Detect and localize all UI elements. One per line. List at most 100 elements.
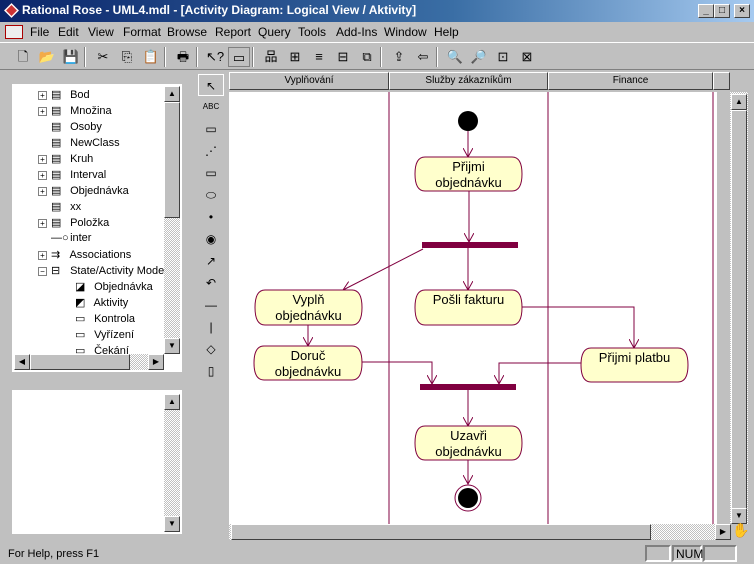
expand-icon[interactable]: + [38,155,47,164]
activity-posli[interactable]: Pošli fakturu [414,289,523,326]
join-bar[interactable] [420,384,516,390]
transition[interactable] [343,248,424,290]
tree-item[interactable]: + ▤ Kruh [38,152,93,165]
tree-item[interactable]: + ▤ Položka [38,216,109,229]
zoom-in-icon[interactable]: 🔍 [444,47,466,67]
vertical-sync-tool-icon[interactable]: | [198,316,224,338]
minimize-button[interactable]: _ [698,4,714,18]
swimlane-vyplnovani[interactable]: Vyplňování [229,72,389,90]
tree-item[interactable]: ▤ Osoby [38,120,102,133]
zoom-out-icon[interactable]: 🔎 [468,47,490,67]
transition[interactable] [362,361,432,384]
fork-bar[interactable] [422,242,518,248]
state-tool-icon[interactable]: ▭ [198,162,224,184]
scroll-right-button[interactable]: ▶ [715,524,731,540]
open-icon[interactable]: 📂 [36,47,58,67]
tree-item[interactable]: ▭ Vyřízení [62,328,134,341]
expand-icon[interactable]: + [38,171,47,180]
tree-item[interactable]: —○ inter [38,232,91,244]
abc-tool-icon[interactable]: ABC [198,96,224,118]
component-diagram-icon[interactable]: ⊞ [284,47,306,67]
fit-icon[interactable]: ⊡ [492,47,514,67]
view-doc-icon[interactable]: ▭ [228,47,250,67]
expand-icon[interactable]: + [38,187,47,196]
class-diagram-icon[interactable]: 品 [260,47,282,67]
scroll-up-button[interactable]: ▲ [164,86,180,102]
decision-tool-icon[interactable]: ◇ [198,338,224,360]
tree-item[interactable]: ◩ Aktivity [62,296,128,309]
sequence-icon[interactable]: ≡ [308,47,330,67]
collaboration-icon[interactable]: ⊟ [332,47,354,67]
tree-item[interactable]: ▭ Kontrola [62,312,135,325]
swimlane-sluzby[interactable]: Služby zákazníkům [389,72,548,90]
expand-icon[interactable]: + [38,91,47,100]
menu-format[interactable]: Format [123,25,161,39]
h-scroll-thumb[interactable] [231,524,651,540]
scroll-thumb[interactable] [731,110,747,510]
scroll-down-button[interactable]: ▼ [164,338,180,354]
documentation-pane[interactable] [12,390,182,534]
save-icon[interactable]: 💾 [60,47,82,67]
tree-item[interactable]: + ▤ Objednávka [38,184,129,197]
menu-window[interactable]: Window [384,25,427,39]
previous-diagram-icon[interactable]: ⇦ [412,47,434,67]
cut-icon[interactable]: ✂ [92,47,114,67]
scroll-right-button[interactable]: ▶ [148,354,164,370]
activity-tool-icon[interactable]: ⬭ [198,184,224,206]
browse-parent-icon[interactable]: ⇪ [388,47,410,67]
document-icon[interactable] [5,25,23,39]
menu-tools[interactable]: Tools [298,25,326,39]
swimlane-tool-icon[interactable]: ▯ [198,360,224,382]
start-tool-icon[interactable]: • [198,206,224,228]
tree-item[interactable]: + ⇉ Associations [38,248,131,261]
close-button[interactable]: × [734,4,750,18]
new-icon[interactable]: 🗋 [12,47,34,67]
transition-tool-icon[interactable]: ↗ [198,250,224,272]
tree-item[interactable]: + ▤ Bod [38,88,90,101]
expand-icon[interactable]: + [38,251,47,260]
tree-item[interactable]: − ⊟ State/Activity Mode [38,264,164,277]
scroll-thumb[interactable] [164,102,180,218]
tree-item[interactable]: + ▤ Interval [38,168,106,181]
maximize-button[interactable]: □ [714,4,730,18]
tree-item[interactable]: + ▤ Množina [38,104,112,117]
activity-uzavri[interactable]: Uzavřiobjednávku [414,425,523,461]
transition[interactable] [499,362,581,384]
diagram-canvas[interactable]: Přijmi objednávku Vyplň objednávku Pošli fak… [229,92,717,524]
expand-icon[interactable]: + [38,107,47,116]
tree-item[interactable]: ▤ NewClass [38,136,120,149]
undo-fit-icon[interactable]: ⊠ [516,47,538,67]
tree-item[interactable]: ▤ xx [38,200,81,213]
context-help-icon[interactable]: ↖? [204,47,226,67]
scroll-left-button[interactable]: ◀ [14,354,30,370]
horizontal-sync-tool-icon[interactable]: — [198,294,224,316]
menu-help[interactable]: Help [434,25,459,39]
menu-browse[interactable]: Browse [167,25,207,39]
menu-view[interactable]: View [88,25,114,39]
activity-prijmi[interactable]: Přijmiobjednávku [414,156,523,192]
activity-platbu[interactable]: Přijmi platbu [580,347,689,383]
start-state[interactable] [458,111,478,131]
anchor-tool-icon[interactable]: ⋰ [198,140,224,162]
deployment-icon[interactable]: ⧉ [356,47,378,67]
menu-query[interactable]: Query [258,25,291,39]
menu-file[interactable]: File [30,25,49,39]
browser-tree[interactable]: + ▤ Bod + ▤ Množina ▤ Osoby ▤ NewClass + ▤ Kruh… [12,84,182,372]
hand-pan-icon[interactable]: ✋ [732,522,750,540]
copy-icon[interactable]: ⎘ [116,47,138,67]
scroll-up-button[interactable]: ▲ [731,94,747,110]
print-icon[interactable]: 🖶 [172,47,194,67]
activity-doruc[interactable]: Doručobjednávku [253,345,363,381]
menu-add-ins[interactable]: Add-Ins [336,25,377,39]
diagram-vertical-scrollbar[interactable]: ▲ ▼ [730,92,748,524]
tree-horizontal-scrollbar[interactable]: ◀ ▶ [14,354,164,370]
expand-icon[interactable]: + [38,219,47,228]
h-scroll-thumb[interactable] [30,354,130,370]
transition[interactable] [522,306,634,348]
activity-vypln[interactable]: Vyplňobjednávku [254,289,363,326]
end-tool-icon[interactable]: ◉ [198,228,224,250]
tree-vertical-scrollbar[interactable]: ▲ ▼ [164,86,180,354]
diagram-horizontal-scrollbar[interactable]: ▶ [229,524,731,540]
tree-item[interactable]: ◪ Objednávka [62,280,153,293]
note-tool-icon[interactable]: ▭ [198,118,224,140]
